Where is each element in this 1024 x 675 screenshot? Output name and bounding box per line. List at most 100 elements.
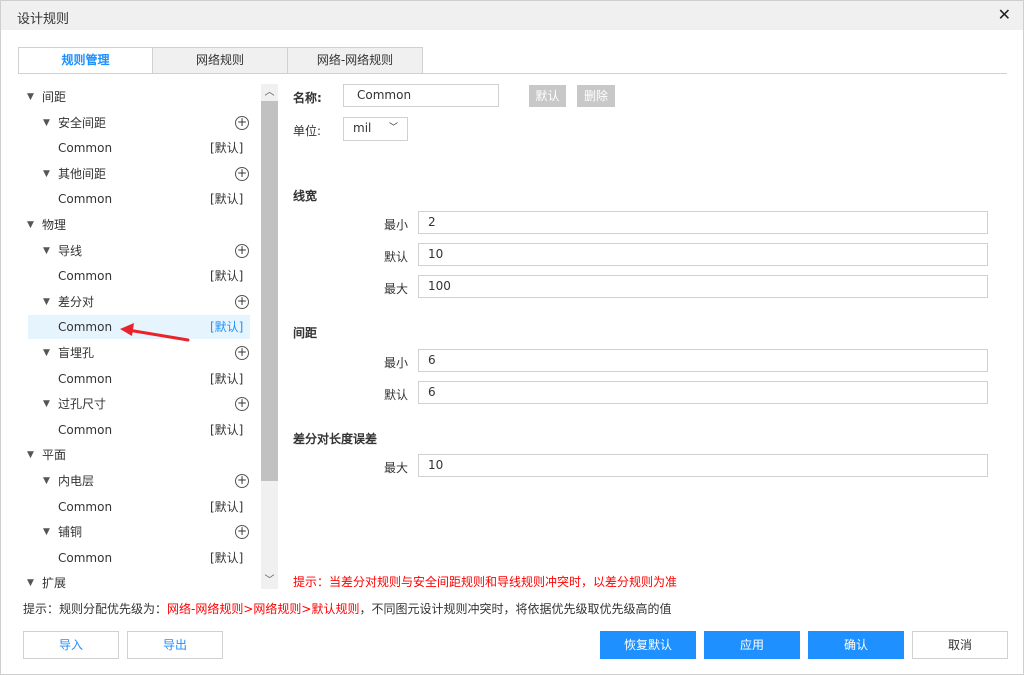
caret-down-icon[interactable]: ▼ [43, 520, 50, 544]
tree-group-item[interactable]: ▼ 平面 [23, 443, 253, 467]
tree-item-label: 安全间距 [58, 115, 107, 130]
spacing-min-input[interactable]: 6 [418, 349, 988, 372]
tree-group-item[interactable]: ▼ 间距 [23, 85, 253, 109]
tree-item-label: 内电层 [58, 474, 95, 488]
field-label: 默认 [383, 388, 408, 402]
section-title: 差分对长度误差 [293, 432, 378, 446]
tree-group-item[interactable]: ▼ 差分对 + [23, 290, 253, 314]
set-default-button[interactable]: 默认 [529, 85, 566, 107]
scroll-down-icon[interactable]: ﹀ [261, 572, 278, 589]
tree-leaf-item[interactable]: Common [默认] [23, 546, 253, 570]
field-label: 最小 [383, 218, 408, 232]
diff-pair-hint: 提示：当差分对规则与安全间距规则和导线规则冲突时，以差分规则为准 [293, 575, 678, 589]
add-rule-icon[interactable]: + [235, 243, 249, 258]
caret-down-icon[interactable]: ▼ [43, 392, 50, 416]
tree-item-label: Common [58, 550, 113, 565]
tree-group-item[interactable]: ▼ 内电层 + [23, 469, 253, 493]
line-width-max-input[interactable]: 100 [418, 275, 988, 298]
section-title: 间距 [293, 326, 318, 340]
close-icon[interactable]: ✕ [998, 5, 1011, 24]
caret-down-icon[interactable]: ▼ [43, 341, 50, 365]
tree-item-label: Common [58, 422, 113, 437]
tree-item-label: 其他间距 [58, 166, 107, 181]
add-rule-icon[interactable]: + [235, 474, 249, 488]
tab-net-net-rules[interactable]: 网络-网络规则 [288, 47, 423, 74]
tree-leaf-item[interactable]: Common [默认] [23, 418, 253, 442]
unit-select[interactable]: mil ﹀ [343, 117, 408, 141]
default-tag: [默认] [210, 192, 244, 207]
tab-divider [18, 73, 1007, 74]
tree-leaf-item[interactable]: Common [默认] [23, 187, 253, 211]
field-label: 最大 [383, 282, 408, 296]
delete-button[interactable]: 删除 [577, 85, 615, 107]
line-width-min-input[interactable]: 2 [418, 211, 988, 234]
tree-item-label: Common [58, 192, 113, 207]
export-button[interactable]: 导出 [127, 631, 223, 659]
tree-group-item[interactable]: ▼ 扩展 [23, 571, 253, 595]
tree-item-label: 盲埋孔 [58, 346, 95, 360]
field-label: 最小 [383, 356, 408, 370]
tab-rule-management[interactable]: 规则管理 [18, 47, 153, 74]
spacing-default-input[interactable]: 6 [418, 381, 988, 404]
caret-down-icon[interactable]: ▼ [27, 443, 34, 467]
tree-leaf-item[interactable]: Common [默认] [23, 136, 253, 160]
tree-group-item[interactable]: ▼ 过孔尺寸 + [23, 392, 253, 416]
tree-group-item[interactable]: ▼ 物理 [23, 213, 253, 237]
name-label: 名称: [293, 91, 322, 105]
caret-down-icon[interactable]: ▼ [43, 469, 50, 493]
tree-group-item[interactable]: ▼ 导线 + [23, 239, 253, 263]
apply-button[interactable]: 应用 [704, 631, 800, 659]
add-rule-icon[interactable]: + [235, 525, 249, 540]
caret-down-icon[interactable]: ▼ [27, 85, 34, 109]
tree-leaf-item[interactable]: Common [默认] [23, 495, 253, 519]
add-rule-icon[interactable]: + [235, 166, 249, 181]
tree-item-label: 扩展 [42, 576, 67, 591]
restore-default-button[interactable]: 恢复默认 [600, 631, 696, 659]
tree-item-label: 间距 [42, 90, 67, 104]
tree-scrollbar[interactable]: ︿ ﹀ [261, 84, 278, 589]
default-tag: [默认] [210, 269, 244, 284]
caret-down-icon[interactable]: ▼ [27, 571, 34, 595]
tree-item-label: 铺铜 [58, 525, 83, 540]
tree-item-label: Common [58, 371, 113, 386]
priority-hint: 提示：规则分配优先级为：网络-网络规则>网络规则>默认规则，不同图元设计规则冲突… [23, 600, 671, 617]
tree-item-label: 差分对 [58, 294, 95, 309]
field-label: 默认 [383, 250, 408, 264]
add-rule-icon[interactable]: + [235, 115, 249, 130]
caret-down-icon[interactable]: ▼ [43, 162, 50, 186]
add-rule-icon[interactable]: + [235, 397, 249, 412]
hint-priority: 网络-网络规则>网络规则>默认规则 [167, 602, 360, 616]
tab-bar: 规则管理 网络规则 网络-网络规则 [18, 47, 423, 74]
caret-down-icon[interactable]: ▼ [43, 111, 50, 135]
add-rule-icon[interactable]: + [235, 346, 249, 360]
tree-item-label: Common [58, 269, 113, 284]
tab-net-rules[interactable]: 网络规则 [153, 47, 288, 74]
caret-down-icon[interactable]: ▼ [27, 213, 34, 237]
chevron-down-icon: ﹀ [388, 123, 398, 133]
tree-item-label: Common [58, 499, 113, 514]
tree-group-item[interactable]: ▼ 安全间距 + [23, 111, 253, 135]
red-arrow-annotation [120, 323, 190, 342]
tree-item-label: 导线 [58, 243, 83, 258]
default-tag: [默认] [210, 499, 244, 514]
caret-down-icon[interactable]: ▼ [43, 239, 50, 263]
length-tolerance-max-input[interactable]: 10 [418, 454, 988, 477]
scroll-up-icon[interactable]: ︿ [261, 84, 278, 101]
tree-group-item[interactable]: ▼ 其他间距 + [23, 162, 253, 186]
cancel-button[interactable]: 取消 [912, 631, 1008, 659]
line-width-default-input[interactable]: 10 [418, 243, 988, 266]
scroll-thumb[interactable] [261, 101, 278, 481]
default-tag: [默认] [210, 550, 244, 565]
ok-button[interactable]: 确认 [808, 631, 904, 659]
tree-group-item[interactable]: ▼ 铺铜 + [23, 520, 253, 544]
field-label: 最大 [383, 461, 408, 475]
tree-leaf-item[interactable]: Common [默认] [23, 367, 253, 391]
tree-item-label: Common [58, 141, 113, 156]
caret-down-icon[interactable]: ▼ [43, 290, 50, 314]
import-button[interactable]: 导入 [23, 631, 119, 659]
design-rules-dialog: 设计规则 ✕ 规则管理 网络规则 网络-网络规则 ▼ 间距 ▼ 安全间距 + Common… [0, 0, 1024, 675]
add-rule-icon[interactable]: + [235, 294, 249, 309]
name-input[interactable]: Common [343, 84, 499, 107]
tree-leaf-item[interactable]: Common [默认] [23, 264, 253, 288]
title-bar: 设计规则 ✕ [1, 1, 1023, 30]
